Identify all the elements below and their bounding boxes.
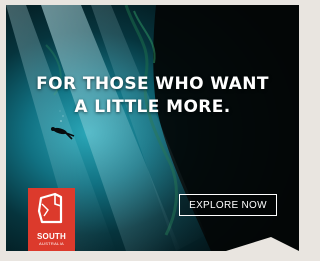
- banner-ad[interactable]: FOR THOSE WHO WANT A LITTLE MORE. EXPLOR…: [6, 5, 299, 251]
- headline-line-2: A LITTLE MORE.: [74, 97, 231, 117]
- headline-line-1: FOR THOSE WHO WANT: [36, 74, 269, 94]
- headline: FOR THOSE WHO WANT A LITTLE MORE.: [6, 73, 299, 119]
- bottom-white-wedge: [226, 237, 299, 251]
- south-australia-logo-icon: [37, 192, 63, 224]
- explore-now-button[interactable]: EXPLORE NOW: [179, 194, 277, 216]
